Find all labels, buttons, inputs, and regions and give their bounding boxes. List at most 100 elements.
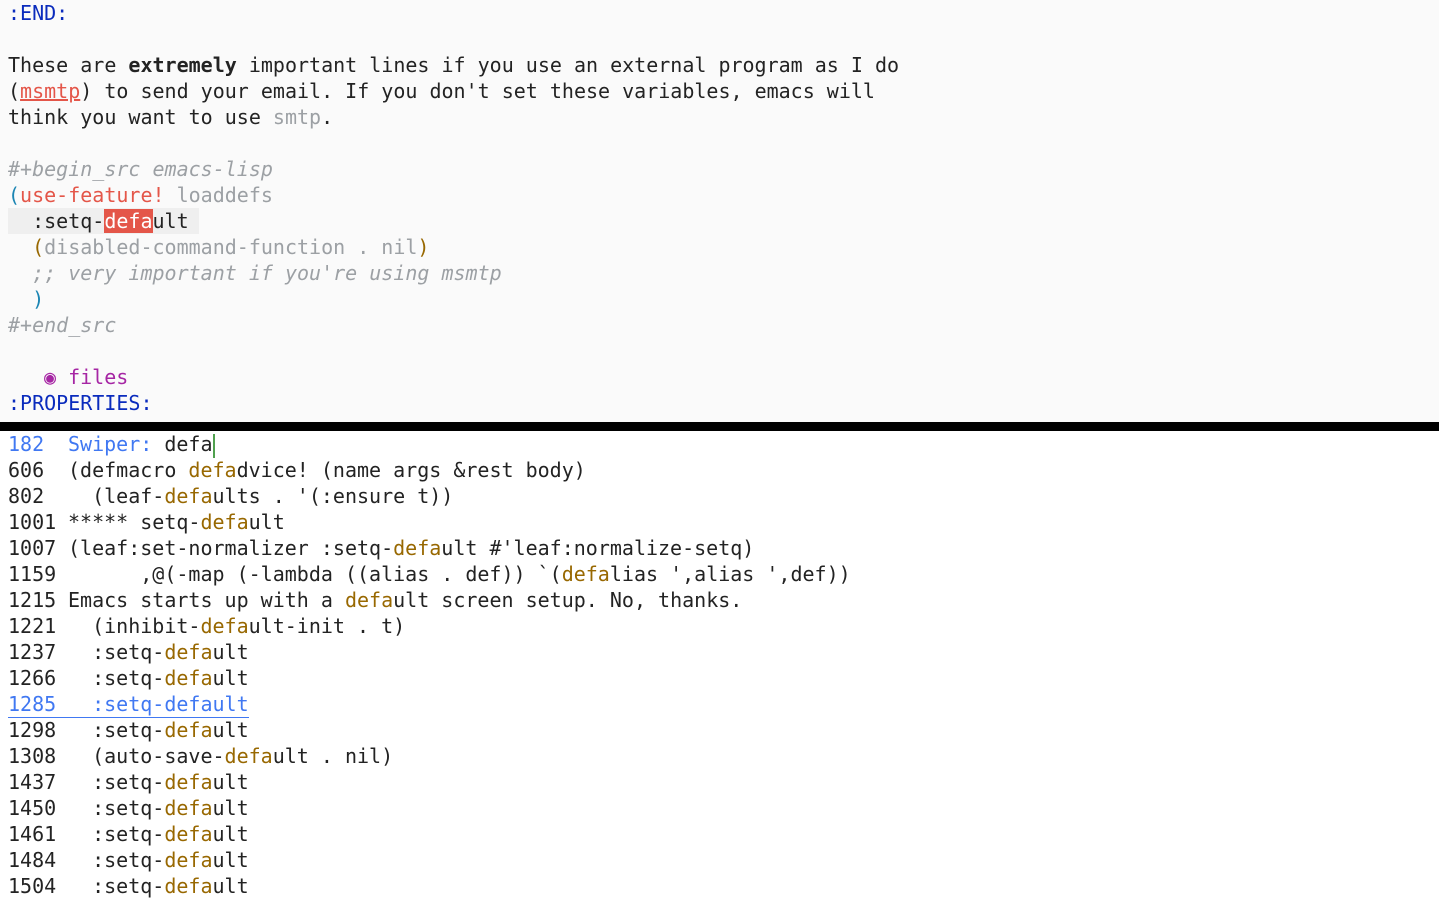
candidate-match: defa — [188, 458, 237, 482]
close-paren: ) — [417, 235, 430, 259]
candidate-text: ult #'leaf:normalize-setq) — [441, 536, 755, 560]
swiper-candidate-row[interactable]: 1285 :setq-default — [8, 691, 249, 718]
candidate-text: dvice! (name args &rest body) — [236, 458, 586, 482]
candidate-text: ult — [212, 796, 249, 820]
heading-text: files — [68, 365, 129, 389]
candidate-match: defa — [561, 562, 610, 586]
swiper-candidate-row[interactable]: 1504 :setq-default — [8, 873, 249, 899]
line-number: 1007 — [8, 536, 57, 560]
line-number: 1285 — [8, 692, 57, 716]
swiper-candidate-row[interactable]: 1001 ***** setq-default — [8, 509, 285, 535]
text: These are — [8, 53, 129, 77]
candidate-text: :setq- — [68, 666, 165, 690]
line-number: 1504 — [8, 874, 57, 898]
candidate-text: ults . '(:ensure t)) — [212, 484, 454, 508]
code-line-1: (use-feature! loaddefs — [8, 182, 273, 208]
paragraph-line-1: These are extremely important lines if y… — [8, 52, 899, 78]
code-line-3: (disabled-command-function . nil) — [8, 234, 429, 260]
candidate-match: defa — [344, 588, 394, 612]
swiper-candidate-row[interactable]: 1221 (inhibit-default-init . t) — [8, 613, 405, 639]
line-number: 1001 — [8, 510, 57, 534]
text: . — [321, 105, 334, 129]
swiper-candidate-row[interactable]: 1450 :setq-default — [8, 795, 249, 821]
candidate-text: (leaf:set-normalizer :setq- — [68, 536, 394, 560]
candidate-match: defa — [200, 614, 249, 638]
smtp-verbatim: smtp — [272, 105, 322, 129]
text: ) to send your email. If you don't set t… — [80, 79, 875, 103]
candidate-text: (inhibit- — [68, 614, 201, 638]
candidate-text: :setq- — [68, 874, 165, 898]
candidate-text: :setq- — [68, 692, 165, 716]
line-number: 1159 — [8, 562, 57, 586]
candidate-text: :setq- — [68, 848, 165, 872]
candidate-match: defa — [164, 770, 213, 794]
src-end-line: #+end_src — [8, 313, 117, 337]
mode-line-divider — [0, 422, 1439, 431]
swiper-candidate-row[interactable]: 1159 ,@(-map (-lambda ((alias . def)) `(… — [8, 561, 851, 587]
candidate-text: :setq- — [68, 770, 165, 794]
swiper-candidate-row[interactable]: 1461 :setq-default — [8, 821, 249, 847]
swiper-candidate-row[interactable]: 1237 :setq-default — [8, 639, 249, 665]
candidate-match: defa — [164, 484, 213, 508]
swiper-candidate-row[interactable]: 1484 :setq-default — [8, 847, 249, 873]
swiper-candidate-row[interactable]: 1308 (auto-save-default . nil) — [8, 743, 393, 769]
keyword: ult — [152, 209, 201, 233]
candidate-text: ult screen setup. No, thanks. — [393, 588, 743, 612]
swiper-prompt[interactable]: 182 Swiper: defa — [8, 431, 215, 458]
search-input[interactable]: defa — [164, 432, 212, 456]
swiper-minibuffer[interactable]: 182 Swiper: defa 606 (defmacro defadvice! … — [0, 431, 1439, 899]
candidate-match: defa — [164, 692, 213, 716]
candidate-match: defa — [224, 744, 273, 768]
swiper-candidate-row[interactable]: 802 (leaf-defaults . '(:ensure t)) — [8, 483, 453, 509]
swiper-candidate-row[interactable]: 1298 :setq-default — [8, 717, 249, 743]
candidate-text: ult — [248, 510, 285, 534]
paragraph-line-3: think you want to use smtp. — [8, 104, 333, 130]
line-number: 1266 — [8, 666, 57, 690]
org-heading[interactable]: ◉ files — [44, 364, 128, 390]
prompt-label: Swiper: — [68, 432, 165, 456]
msmtp-link[interactable]: msmtp — [20, 79, 80, 103]
src-begin-line: #+begin_src emacs-lisp — [8, 157, 273, 181]
match-count: 182 — [8, 432, 45, 456]
swiper-candidate-row[interactable]: 606 (defmacro defadvice! (name args &rest… — [8, 457, 586, 483]
candidate-match: defa — [164, 718, 213, 742]
candidate-text: ult — [212, 692, 249, 716]
swiper-candidate-row[interactable]: 1437 :setq-default — [8, 769, 249, 795]
line-number: 1461 — [8, 822, 57, 846]
paragraph-line-2: (msmtp) to send your email. If you don't… — [8, 78, 875, 104]
candidate-text: ***** setq- — [68, 510, 201, 534]
candidate-text: :setq- — [68, 718, 165, 742]
end-drawer-line: :END: — [8, 1, 69, 25]
text-cursor — [212, 433, 215, 458]
candidate-text: ult — [212, 848, 249, 872]
argument: loaddefs — [164, 183, 273, 207]
open-paren: ( — [8, 183, 21, 207]
swiper-candidate-row[interactable]: 1007 (leaf:set-normalizer :setq-default #… — [8, 535, 754, 561]
code-close-line: ) — [8, 287, 45, 311]
candidate-match: defa — [164, 848, 213, 872]
bold-text: extremely — [128, 53, 237, 77]
candidate-text: lias ',alias ',def)) — [609, 562, 851, 586]
org-buffer[interactable]: :END: These are extremely important line… — [0, 0, 1439, 422]
line-number: 1308 — [8, 744, 57, 768]
candidate-text: (leaf- — [68, 484, 165, 508]
candidate-match: defa — [164, 796, 213, 820]
candidate-text: ult — [212, 770, 249, 794]
candidate-text: :setq- — [68, 640, 165, 664]
candidate-match: defa — [164, 666, 213, 690]
candidate-text: ult . nil) — [272, 744, 394, 768]
candidate-text: ult-init . t) — [248, 614, 406, 638]
candidate-text: ult — [212, 718, 249, 742]
code-line-2-current: :setq-default — [8, 208, 199, 234]
line-number: 606 — [8, 458, 45, 482]
candidate-match: defa — [164, 822, 213, 846]
line-number: 1450 — [8, 796, 57, 820]
properties-drawer-line: :PROPERTIES: — [8, 391, 153, 415]
heading-bullet-icon: ◉ — [44, 365, 57, 389]
line-number: 1437 — [8, 770, 57, 794]
candidate-text: ult — [212, 822, 249, 846]
swiper-candidate-row[interactable]: 1215 Emacs starts up with a default scree… — [8, 587, 742, 613]
swiper-candidate-row[interactable]: 1266 :setq-default — [8, 665, 249, 691]
open-paren: ( — [8, 235, 45, 259]
candidate-text: ult — [212, 640, 249, 664]
